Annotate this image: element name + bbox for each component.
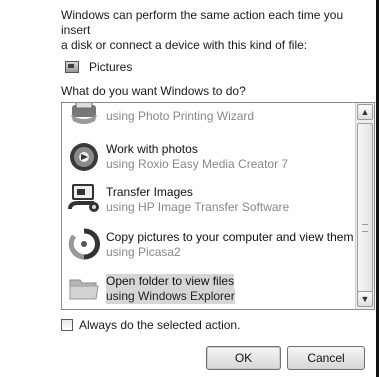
scroll-down-button[interactable]: ▼: [357, 291, 373, 307]
always-do-row[interactable]: Always do the selected action.: [61, 318, 240, 332]
action-title: Work with photos: [106, 142, 198, 156]
action-subtitle: using Roxio Easy Media Creator 7: [106, 157, 289, 171]
autoplay-dialog: Windows can perform the same action each…: [0, 0, 379, 377]
action-subtitle: using Picasa2: [106, 245, 181, 259]
action-title: Copy pictures to your computer and view …: [106, 230, 354, 244]
transfer-camera-icon: [68, 183, 100, 215]
intro-line-2: a disk or connect a device with this kin…: [61, 38, 308, 52]
pictures-icon: [65, 61, 79, 73]
content-type-label: Pictures: [89, 60, 133, 74]
actions-listbox[interactable]: using Photo Printing Wizard Work with ph…: [61, 102, 375, 310]
intro-text: Windows can perform the same action each…: [61, 8, 375, 53]
always-do-checkbox[interactable]: [61, 319, 73, 331]
scrollbar-thumb[interactable]: [357, 123, 373, 293]
folder-icon: [68, 272, 100, 304]
action-title: Open folder to view files: [106, 274, 235, 289]
action-subtitle: using Windows Explorer: [106, 289, 235, 304]
action-subtitle: using Photo Printing Wizard: [106, 109, 255, 123]
action-item-copy-pictures[interactable]: Copy pictures to your computer and view …: [62, 222, 355, 262]
action-title: Transfer Images: [106, 185, 193, 199]
vertical-scrollbar[interactable]: ▲ ▼: [355, 103, 374, 309]
always-do-label: Always do the selected action.: [79, 318, 241, 332]
action-item-work-with-photos[interactable]: Work with photos using Roxio Easy Media …: [62, 135, 355, 175]
cancel-button[interactable]: Cancel: [287, 346, 365, 370]
question-label: What do you want Windows to do?: [61, 84, 246, 98]
chevron-down-icon: ▼: [360, 294, 370, 304]
action-item-print[interactable]: using Photo Printing Wizard: [62, 103, 355, 137]
printer-icon: [68, 103, 100, 131]
roxio-disc-icon: [68, 141, 100, 173]
picasa-icon: [68, 228, 101, 260]
chevron-up-icon: ▲: [360, 107, 370, 117]
actions-list: using Photo Printing Wizard Work with ph…: [62, 103, 355, 309]
content-type-row: Pictures: [65, 59, 132, 75]
action-subtitle: using HP Image Transfer Software: [106, 200, 290, 214]
action-item-open-folder[interactable]: Open folder to view files using Windows …: [62, 266, 355, 306]
scroll-up-button[interactable]: ▲: [357, 104, 373, 120]
grip-icon: [362, 224, 368, 232]
ok-button[interactable]: OK: [206, 346, 281, 370]
intro-line-1: Windows can perform the same action each…: [61, 8, 344, 37]
action-item-transfer-images[interactable]: Transfer Images using HP Image Transfer …: [62, 178, 355, 218]
